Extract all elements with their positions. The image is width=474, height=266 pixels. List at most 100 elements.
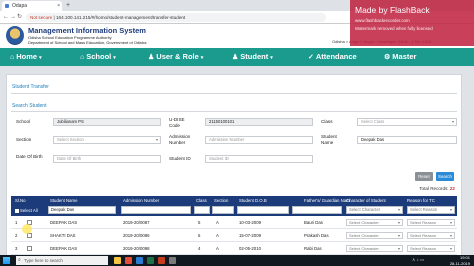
- recorder-watermark: Made by FlashBack www.flashbackrecorder.…: [350, 0, 474, 46]
- mouse-cursor-highlight: [22, 224, 32, 234]
- filter-guardian-input[interactable]: [292, 206, 342, 214]
- student-id-label: Student ID: [169, 156, 191, 161]
- row-reason-select[interactable]: Select Reason: [407, 219, 455, 226]
- odisha-emblem-logo: [6, 26, 24, 45]
- filter-section-input[interactable]: [212, 206, 234, 214]
- row-admission: 2019-20/0098: [123, 246, 150, 251]
- col-section: Section: [214, 198, 229, 203]
- udise-label: U-DISE Code: [169, 117, 185, 128]
- filter-dob-input[interactable]: [237, 206, 289, 214]
- filter-reason-select[interactable]: Select Reason: [407, 206, 455, 214]
- filter-student-name-input[interactable]: Deepak Das: [48, 206, 116, 214]
- nav-attendance-label: Attendance: [315, 52, 357, 61]
- clock-date: 28-11-2019: [449, 260, 470, 266]
- chrome-icon[interactable]: [125, 257, 132, 264]
- watermark-url: www.flashbackrecorder.com: [355, 18, 410, 23]
- row-character-select[interactable]: Select Character: [346, 219, 403, 226]
- col-class: Class: [196, 198, 207, 203]
- dob-label: Date Of Birth: [16, 154, 43, 159]
- nav-user-role-label: User & Role: [156, 52, 199, 61]
- row-class: 4: [198, 246, 201, 251]
- url-input[interactable]: Not secure | 164.100.141.215/#/homo/stud…: [26, 13, 326, 22]
- row-reason-select[interactable]: Select Reason: [407, 245, 455, 252]
- student-name-input[interactable]: Deepak Das: [357, 136, 457, 144]
- windows-start-icon[interactable]: [3, 257, 10, 264]
- watermark-notice: Watermark removed when fully licensed: [355, 26, 433, 31]
- table-row: 2 SHAKTI DAS 2019-20/0086 5 A 15-07-2009…: [11, 229, 457, 242]
- class-select[interactable]: Select Class: [357, 118, 457, 126]
- excel-icon[interactable]: [147, 257, 154, 264]
- row-section: A: [216, 246, 219, 251]
- system-tray-icons[interactable]: ∧ ♪ ▭: [412, 257, 424, 263]
- page-title: Student Transfer: [12, 84, 49, 90]
- gear-icon: ⚙: [384, 54, 391, 61]
- table-header: Sl.No Student Name Admission Number Clas…: [11, 196, 457, 205]
- user-icon: ♟: [148, 54, 155, 61]
- filter-class-input[interactable]: [194, 206, 210, 214]
- nav-master-label: Master: [392, 52, 417, 61]
- forward-arrow-icon[interactable]: →: [10, 13, 16, 22]
- udise-field: 21150100101: [205, 118, 313, 126]
- admission-number-input[interactable]: Admission Number: [205, 136, 313, 144]
- nav-student[interactable]: ♟ Student ▾: [232, 48, 273, 66]
- powerpoint-icon[interactable]: [158, 257, 165, 264]
- row-reason-select[interactable]: Select Reason: [407, 232, 455, 239]
- table-row: 1 DEEPAK DAS 2019-20/0087 5 A 10-03-2009…: [11, 216, 457, 229]
- search-button[interactable]: Search: [436, 172, 454, 181]
- tab-title: Odapa: [12, 3, 28, 9]
- close-tab-icon[interactable]: ×: [57, 1, 60, 11]
- row-admission: 2019-20/0086: [123, 233, 150, 238]
- nav-home[interactable]: ⌂ Home ▾: [10, 48, 42, 66]
- word-icon[interactable]: [136, 257, 143, 264]
- taskbar-search-input[interactable]: Type here to search: [16, 256, 108, 265]
- col-admission-number: Admission Number: [123, 198, 160, 203]
- row-class: 5: [198, 220, 201, 225]
- nav-master[interactable]: ⚙ Master: [384, 48, 416, 66]
- content-panel: Student Transfer Search Student School J…: [6, 74, 462, 266]
- taskbar-clock[interactable]: 19:01 28-11-2019: [450, 255, 470, 266]
- col-reason: Reason for TC: [407, 198, 435, 203]
- row-character-select[interactable]: Select Character: [346, 232, 403, 239]
- row-guardian: Bauri Das: [304, 220, 323, 225]
- row-guardian: Prakash Das: [304, 233, 329, 238]
- attendance-icon: ✓: [308, 54, 314, 61]
- select-all-label: Select All: [20, 208, 38, 213]
- file-explorer-icon[interactable]: [114, 257, 121, 264]
- student-id-input[interactable]: Student ID: [205, 155, 313, 163]
- back-arrow-icon[interactable]: ←: [3, 13, 9, 22]
- new-tab-icon[interactable]: +: [66, 1, 70, 10]
- divider: [11, 111, 457, 112]
- favicon-icon: [5, 4, 9, 8]
- nav-school-label: School: [86, 52, 112, 61]
- reload-icon[interactable]: ↻: [17, 13, 22, 22]
- col-sl-no: Sl.No: [15, 198, 26, 203]
- reset-button[interactable]: Reset: [415, 172, 433, 181]
- school-label: School: [16, 119, 31, 124]
- table-filter-row: Select All Deepak Das Select Character S…: [11, 205, 457, 216]
- filter-character-select[interactable]: Select Character: [346, 206, 403, 214]
- col-dob: Student D.O.B: [239, 198, 267, 203]
- screen: Odapa × + ← → ↻ Not secure | 164.100.141…: [0, 0, 474, 266]
- checkbox-icon: [15, 208, 19, 213]
- filter-admission-input[interactable]: [121, 206, 191, 214]
- chevron-down-icon: ▾: [270, 55, 273, 61]
- nav-school[interactable]: ⌂ School ▾: [80, 48, 116, 66]
- row-checkbox[interactable]: [27, 246, 32, 251]
- select-all-checkbox[interactable]: Select All: [15, 205, 38, 216]
- nav-attendance[interactable]: ✓ Attendance: [308, 48, 357, 66]
- os-taskbar: Type here to search ∧ ♪ ▭ 19:01 28-11-20…: [0, 255, 474, 266]
- chevron-down-icon: ▾: [39, 55, 42, 61]
- url-text: 164.100.141.215/#/homo/student-managemen…: [55, 15, 186, 20]
- table-row: 3 DEEPAK DAS 2019-20/0098 4 A 02-05-2010…: [11, 242, 457, 255]
- row-student-name: SHAKTI DAS: [50, 233, 76, 238]
- nav-home-label: Home: [16, 52, 38, 61]
- divider: [11, 93, 457, 94]
- dob-input[interactable]: Date Of Birth: [53, 155, 161, 163]
- row-admission: 2019-20/0087: [123, 220, 150, 225]
- row-character-select[interactable]: Select Character: [346, 245, 403, 252]
- section-select[interactable]: Select Section: [53, 136, 161, 144]
- nav-user-role[interactable]: ♟ User & Role ▾: [148, 48, 203, 66]
- browser-tab[interactable]: Odapa ×: [2, 1, 62, 11]
- chevron-down-icon: ▾: [113, 55, 116, 61]
- app-icon[interactable]: [169, 257, 176, 264]
